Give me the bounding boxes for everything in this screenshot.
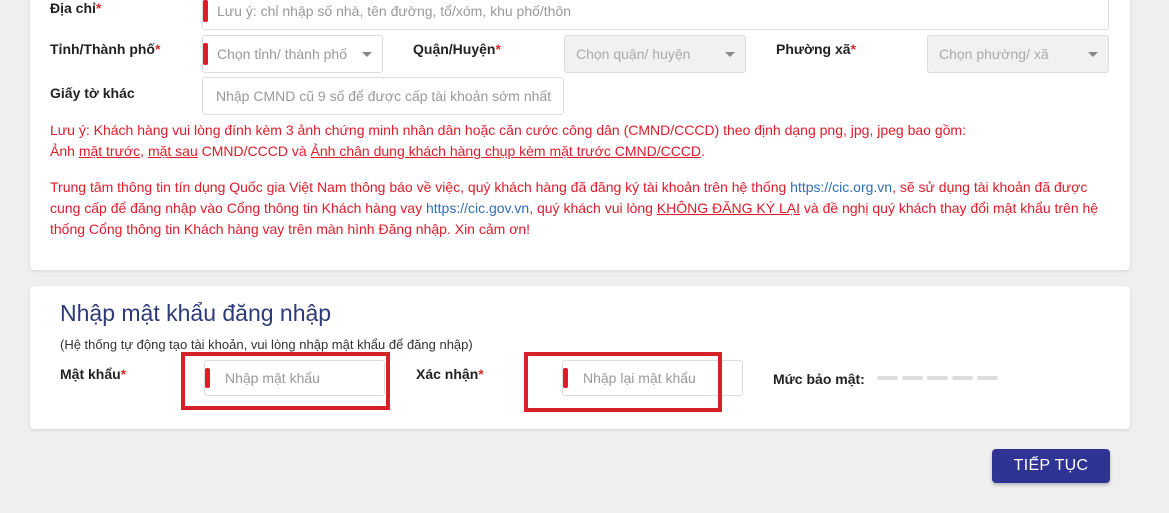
address-placeholder: Lưu ý: chỉ nhập số nhà, tên đường, tổ/xó… <box>217 3 572 19</box>
security-level-segment <box>902 376 923 380</box>
continue-button[interactable]: TIẾP TỤC <box>992 449 1110 483</box>
province-label: Tỉnh/Thành phố* <box>50 41 161 57</box>
address-input[interactable]: Lưu ý: chỉ nhập số nhà, tên đường, tổ/xó… <box>202 0 1109 30</box>
province-select[interactable]: Chọn tỉnh/ thành phố <box>202 35 383 73</box>
security-level-segment <box>977 376 998 380</box>
security-level-segment <box>877 376 898 380</box>
security-level-segment <box>952 376 973 380</box>
back-photo-link: mặt sau <box>147 143 198 159</box>
password-section-subtitle: (Hệ thống tự động tạo tài khoản, vui lòn… <box>60 337 473 352</box>
province-placeholder: Chọn tỉnh/ thành phố <box>217 46 347 62</box>
district-select[interactable]: Chọn quận/ huyện <box>564 35 746 73</box>
cic-gov-link[interactable]: https://cic.gov.vn <box>426 200 529 216</box>
required-indicator <box>203 0 208 22</box>
security-level-meter <box>877 376 998 380</box>
district-placeholder: Chọn quận/ huyện <box>576 46 691 62</box>
attachment-note-line1: Lưu ý: Khách hàng vui lòng đính kèm 3 ản… <box>50 122 966 138</box>
security-level-segment <box>927 376 948 380</box>
chevron-down-icon <box>725 52 735 57</box>
attachment-note: Lưu ý: Khách hàng vui lòng đính kèm 3 ản… <box>50 120 1120 162</box>
other-doc-placeholder: Nhập CMND cũ 9 số để được cấp tài khoản … <box>216 88 552 104</box>
chevron-down-icon <box>362 52 372 57</box>
cic-org-link[interactable]: https://cic.org.vn <box>790 179 892 195</box>
password-highlight-box <box>181 352 390 410</box>
password-label: Mật khẩu* <box>60 366 127 382</box>
front-photo-link: mặt trước <box>78 143 141 159</box>
ward-label: Phường xã* <box>776 41 856 57</box>
required-indicator <box>203 43 208 65</box>
password-section-title: Nhập mật khẩu đăng nhập <box>60 300 332 326</box>
other-doc-label: Giấy tờ khác <box>50 85 135 101</box>
address-label: Địa chỉ* <box>50 0 102 16</box>
confirm-highlight-box <box>524 352 722 412</box>
attachment-note-line2: Ảnh mặt trước, mặt sau CMND/CCCD và Ảnh … <box>50 143 705 159</box>
ward-select[interactable]: Chọn phường/ xã <box>927 35 1109 73</box>
ward-placeholder: Chọn phường/ xã <box>939 46 1049 62</box>
do-not-register-again: KHÔNG ĐĂNG KÝ LẠI <box>656 200 800 216</box>
chevron-down-icon <box>1088 52 1098 57</box>
other-doc-input[interactable]: Nhập CMND cũ 9 số để được cấp tài khoản … <box>202 77 564 115</box>
confirm-password-label: Xác nhận* <box>416 366 484 382</box>
cic-notice: Trung tâm thông tin tín dụng Quốc gia Vi… <box>50 179 1099 237</box>
district-label: Quận/Huyện* <box>413 41 501 57</box>
security-level-label: Mức bảo mật: <box>773 371 865 387</box>
portrait-photo-link: Ảnh chân dung khách hàng chụp kèm mặt tr… <box>310 143 702 159</box>
